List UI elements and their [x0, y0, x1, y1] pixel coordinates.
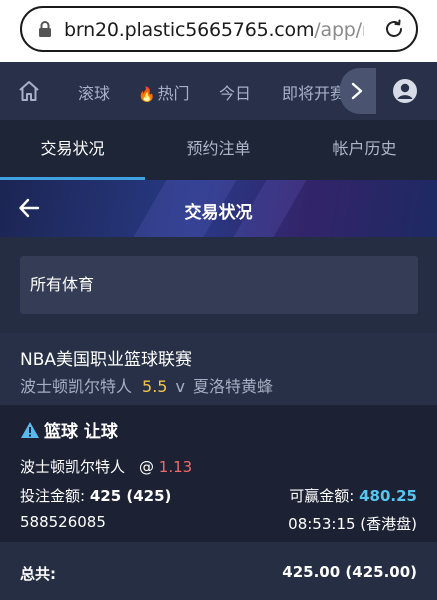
total-value: 425.00 (425.00) — [282, 563, 417, 581]
warning-icon — [21, 422, 39, 438]
url-bar[interactable]: brn20.plastic5665765.com/app/m — [20, 6, 418, 52]
bet-type-label: 篮球 让球 — [44, 422, 118, 442]
reload-icon[interactable] — [382, 17, 406, 41]
user-icon — [393, 79, 417, 103]
top-nav: 滚球 🔥 热门 今日 即将开赛 — [0, 62, 437, 120]
handicap-line: 5.5 — [142, 377, 168, 396]
nav-item-hot-label: 热门 — [157, 84, 190, 103]
bet-type: 篮球 让球 — [20, 417, 118, 442]
bet-time: 08:53:15 (香港盘) — [288, 515, 417, 533]
tab-transaction-status[interactable]: 交易状况 — [0, 120, 145, 180]
page-title: 交易状况 — [184, 203, 253, 223]
bet-card: 篮球 让球 波士顿凯尔特人 @ 1.13 投注金额: 425 (425) 可赢金额… — [0, 405, 437, 542]
nav-item-hot[interactable]: 🔥 热门 — [138, 80, 189, 104]
nav-item-upcoming[interactable]: 即将开赛 — [282, 80, 346, 104]
fire-icon: 🔥 — [138, 87, 156, 103]
chevron-right-icon — [351, 82, 363, 100]
page-header: 交易状况 — [0, 180, 437, 237]
match-info: NBA美国职业篮球联赛 波士顿凯尔特人 5.5 v 夏洛特黄蜂 — [0, 333, 437, 405]
sub-tabs: 交易状况 预约注单 帐户历史 — [0, 120, 437, 180]
tab-account-history[interactable]: 帐户历史 — [292, 120, 437, 180]
tab-label: 交易状况 — [40, 139, 105, 158]
sport-filter-select[interactable]: 所有体育 — [20, 256, 418, 314]
away-team: 夏洛特黄蜂 — [192, 377, 273, 396]
nav-item-today[interactable]: 今日 — [219, 80, 251, 104]
matchup: 波士顿凯尔特人 5.5 v 夏洛特黄蜂 — [20, 373, 273, 397]
nav-item-live[interactable]: 滚球 — [78, 80, 110, 104]
stake-label: 投注金额: — [20, 487, 86, 505]
home-team: 波士顿凯尔特人 — [20, 377, 133, 396]
league-name: NBA美国职业篮球联赛 — [20, 350, 193, 370]
win-value: 480.25 — [359, 487, 417, 505]
browser-chrome: brn20.plastic5665765.com/app/m — [0, 0, 437, 62]
total-row: 总共: 425.00 (425.00) — [0, 542, 437, 600]
potential-win: 可赢金额: 480.25 — [289, 485, 417, 506]
odds-value: 1.13 — [158, 458, 193, 476]
stake-value: 425 (425) — [89, 487, 172, 505]
at-symbol: @ — [139, 458, 155, 476]
win-label: 可赢金额: — [289, 487, 355, 505]
bet-selection: 波士顿凯尔特人 @ 1.13 — [20, 456, 192, 477]
selection-team: 波士顿凯尔特人 — [20, 458, 126, 476]
account-button[interactable] — [378, 62, 437, 120]
home-icon[interactable] — [17, 79, 41, 103]
lock-icon — [39, 21, 51, 37]
vs-label: v — [175, 377, 185, 396]
url-text[interactable]: brn20.plastic5665765.com/app/m — [64, 19, 364, 41]
url-path: /app/m — [314, 19, 364, 41]
url-host: brn20.plastic5665765.com — [64, 19, 315, 41]
stake: 投注金额: 425 (425) — [20, 485, 171, 506]
tab-reserved-bets[interactable]: 预约注单 — [146, 120, 291, 180]
filter-area: 所有体育 — [0, 237, 437, 333]
total-label: 总共: — [20, 565, 56, 583]
nav-scroll-right-button[interactable] — [340, 68, 376, 114]
ticket-id: 588526085 — [20, 513, 106, 531]
